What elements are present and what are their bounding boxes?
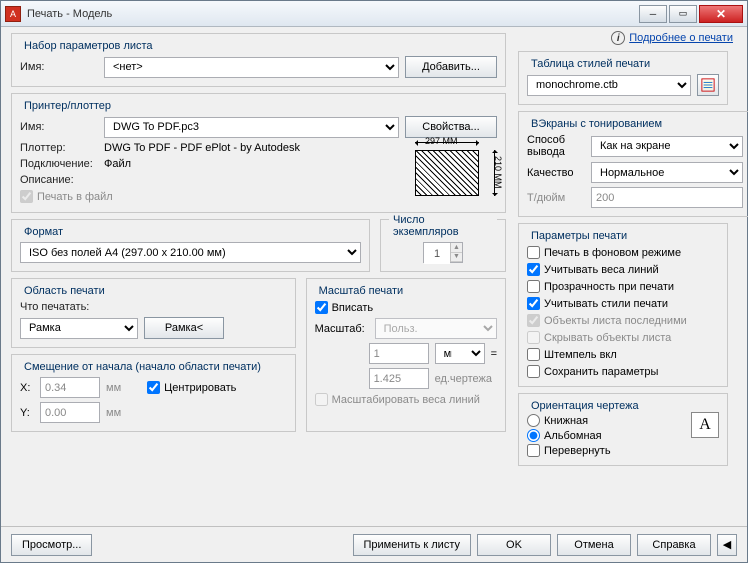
ok-button[interactable]: OK	[477, 534, 551, 556]
offset-group: Смещение от начала (начало области печат…	[11, 354, 296, 432]
fit-checkbox[interactable]: Вписать	[315, 301, 497, 314]
page-setup-legend: Набор параметров листа	[20, 40, 157, 52]
more-about-print-link[interactable]: Подробнее о печати	[629, 32, 733, 44]
frame-pick-button[interactable]: Рамка<	[144, 317, 224, 339]
plot-style-legend: Таблица стилей печати	[527, 58, 654, 70]
scale-group: Масштаб печати Вписать Масштаб: Польз. м…	[306, 278, 506, 432]
copies-group: Число экземпляров ▲▼	[380, 219, 506, 272]
format-legend: Формат	[20, 226, 67, 238]
orientation-group: Ориентация чертежа Книжная Альбомная Пер…	[518, 393, 728, 466]
connection-value: Файл	[104, 158, 131, 170]
opt-stamp-checkbox[interactable]: Штемпель вкл	[527, 348, 719, 361]
offset-x-unit: мм	[106, 382, 121, 394]
print-options-group: Параметры печати Печать в фоновом режиме…	[518, 223, 728, 387]
opt-save-checkbox[interactable]: Сохранить параметры	[527, 365, 719, 378]
connection-label: Подключение:	[20, 158, 98, 170]
opt-paperlast-checkbox: Объекты листа последними	[527, 314, 719, 327]
printer-legend: Принтер/плоттер	[20, 100, 115, 112]
opt-transparency-checkbox[interactable]: Прозрачность при печати	[527, 280, 719, 293]
scale-lw-checkbox: Масштабировать веса линий	[315, 393, 497, 406]
printer-properties-button[interactable]: Свойства...	[405, 116, 497, 138]
equals-sign: =	[491, 348, 497, 360]
app-icon: A	[5, 6, 21, 22]
quality-select[interactable]: Нормальное	[591, 162, 743, 183]
what-to-plot-label: Что печатать:	[20, 301, 287, 313]
page-setup-group: Набор параметров листа Имя: <нет> Добави…	[11, 33, 506, 87]
orientation-legend: Ориентация чертежа	[527, 400, 643, 412]
opt-background-checkbox[interactable]: Печать в фоновом режиме	[527, 246, 719, 259]
scale-legend: Масштаб печати	[315, 285, 408, 297]
scale-num-input	[369, 343, 429, 364]
printer-group: Принтер/плоттер Имя: DWG To PDF.pc3 Свой…	[11, 93, 506, 213]
scale-unit-select[interactable]: мм	[435, 343, 485, 364]
opt-hidepaper-checkbox: Скрывать объекты листа	[527, 331, 719, 344]
what-to-plot-select[interactable]: Рамка	[20, 318, 138, 339]
orient-portrait-radio[interactable]: Книжная	[527, 414, 691, 427]
maximize-button[interactable]: ▭	[669, 5, 697, 23]
expand-button[interactable]: ◀	[717, 534, 737, 556]
offset-y-unit: мм	[106, 407, 121, 419]
offset-y-input	[40, 402, 100, 423]
dpi-input	[591, 187, 743, 208]
print-to-file-checkbox: Печать в файл	[20, 190, 407, 203]
orientation-icon: A	[691, 412, 719, 438]
printer-name-label: Имя:	[20, 121, 98, 133]
opt-plotstyles-checkbox[interactable]: Учитывать стили печати	[527, 297, 719, 310]
printer-name-select[interactable]: DWG To PDF.pc3	[104, 117, 399, 138]
opt-lineweights-checkbox[interactable]: Учитывать веса линий	[527, 263, 719, 276]
description-label: Описание:	[20, 174, 98, 186]
plot-style-select[interactable]: monochrome.ctb	[527, 75, 691, 96]
plotter-value: DWG To PDF - PDF ePlot - by Autodesk	[104, 142, 300, 154]
scale-select: Польз.	[375, 318, 497, 339]
apply-to-layout-button[interactable]: Применить к листу	[353, 534, 472, 556]
preview-button[interactable]: Просмотр...	[11, 534, 92, 556]
scale-den-unit: ед.чертежа	[435, 373, 492, 385]
plot-area-legend: Область печати	[20, 285, 109, 297]
shaded-group: ВЭкраны с тонированием Способ вывода Как …	[518, 111, 748, 217]
copies-legend: Число экземпляров	[389, 214, 497, 238]
shade-mode-select[interactable]: Как на экране	[591, 136, 743, 157]
offset-x-input	[40, 377, 100, 398]
close-button[interactable]: ✕	[699, 5, 743, 23]
quality-label: Качество	[527, 167, 585, 179]
info-icon: i	[611, 31, 625, 45]
plotter-label: Плоттер:	[20, 142, 98, 154]
dpi-label: Т/дюйм	[527, 192, 585, 204]
minimize-button[interactable]: ─	[639, 5, 667, 23]
plot-style-edit-button[interactable]	[697, 74, 719, 96]
center-checkbox[interactable]: Центрировать	[147, 381, 236, 394]
dialog-footer: Просмотр... Применить к листу OK Отмена …	[1, 526, 747, 562]
print-options-legend: Параметры печати	[527, 230, 631, 242]
offset-y-label: Y:	[20, 407, 34, 419]
paper-format-select[interactable]: ISO без полей A4 (297.00 x 210.00 мм)	[20, 242, 361, 263]
offset-x-label: X:	[20, 382, 34, 394]
orient-upside-checkbox[interactable]: Перевернуть	[527, 444, 691, 457]
page-setup-name-label: Имя:	[20, 61, 98, 73]
page-setup-name-select[interactable]: <нет>	[104, 57, 399, 78]
orient-landscape-radio[interactable]: Альбомная	[527, 429, 691, 442]
shade-mode-label: Способ вывода	[527, 134, 585, 158]
copies-spinner: ▲▼	[423, 242, 463, 263]
scale-label: Масштаб:	[315, 323, 369, 335]
plot-style-group: Таблица стилей печати monochrome.ctb	[518, 51, 728, 105]
paper-preview: 297 MM 210 MM	[407, 138, 497, 204]
offset-legend: Смещение от начала (начало области печат…	[20, 361, 265, 373]
shaded-legend: ВЭкраны с тонированием	[527, 118, 666, 130]
format-group: Формат ISO без полей A4 (297.00 x 210.00…	[11, 219, 370, 272]
add-page-setup-button[interactable]: Добавить...	[405, 56, 497, 78]
cancel-button[interactable]: Отмена	[557, 534, 631, 556]
window-title: Печать - Модель	[27, 8, 639, 20]
titlebar: A Печать - Модель ─ ▭ ✕	[1, 1, 747, 27]
plot-area-group: Область печати Что печатать: Рамка Рамка…	[11, 278, 296, 348]
help-button[interactable]: Справка	[637, 534, 711, 556]
scale-den-input	[369, 368, 429, 389]
